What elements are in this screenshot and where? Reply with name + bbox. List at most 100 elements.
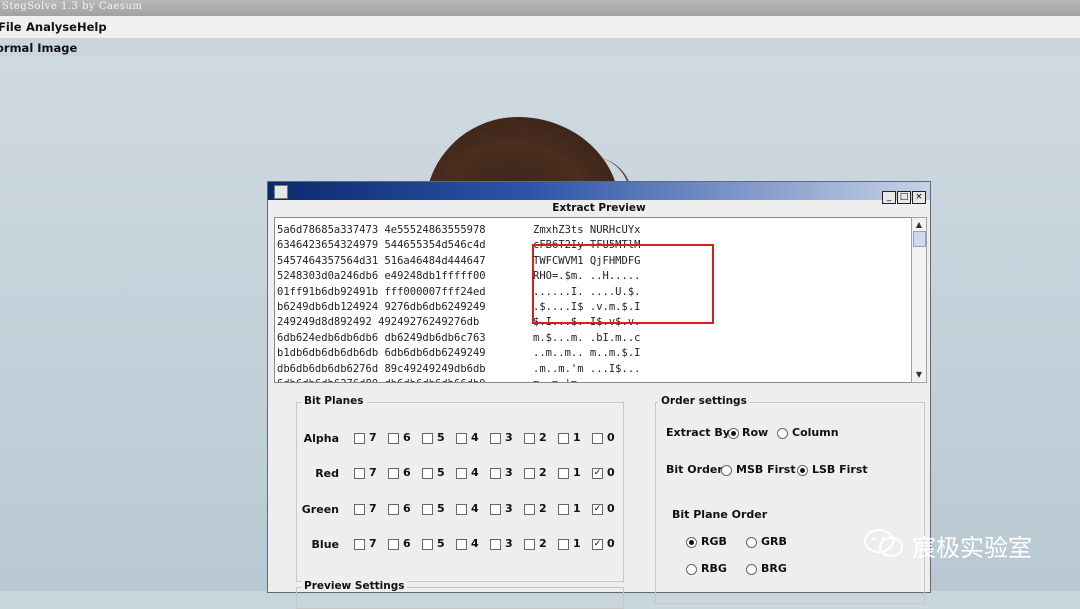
watermark: 宸极实验室	[862, 528, 1032, 562]
bit-label: 6	[403, 466, 411, 479]
bit-label: 0	[607, 431, 615, 444]
bit-label: 3	[505, 431, 513, 444]
order-rbg-radio[interactable]	[686, 564, 697, 575]
bit-checkbox[interactable]	[422, 468, 433, 479]
extract-by-row-label: Row	[742, 426, 769, 439]
bit-planes-group: Bit Planes Alpha 7 6 5 4 3 2 1 0 Red 7 6 5 4 3 2 1 ✓ 0 Gree…	[296, 395, 624, 582]
hex-row: 5a6d78685a337473 4e55524863555978	[277, 224, 486, 236]
bit-label: 0	[607, 466, 615, 479]
bit-checkbox[interactable]	[558, 468, 569, 479]
menu-help[interactable]: Help	[77, 20, 107, 34]
bit-checkbox[interactable]	[422, 504, 433, 515]
image-mode-label: ormal Image	[0, 41, 78, 55]
bit-label: 1	[573, 466, 581, 479]
ascii-row: ZmxhZ3ts NURHcUYx	[533, 224, 641, 236]
bit-label: 7	[369, 431, 377, 444]
bit-plane-order-label: Bit Plane Order	[672, 508, 768, 521]
channel-label: Green	[301, 503, 339, 516]
hex-row: 6db6db6db6276d89 db6db6db6db66db9	[277, 378, 486, 382]
extract-by-column-label: Column	[792, 426, 839, 439]
bit-checkbox[interactable]	[524, 468, 535, 479]
bit-checkbox[interactable]	[456, 504, 467, 515]
bit-checkbox[interactable]	[422, 539, 433, 550]
bit-checkbox[interactable]	[354, 433, 365, 444]
bit-checkbox[interactable]	[524, 539, 535, 550]
bit-label: 4	[471, 431, 479, 444]
bit-checkbox[interactable]	[490, 468, 501, 479]
menu-file[interactable]: File	[0, 20, 22, 34]
order-rgb-radio[interactable]	[686, 537, 697, 548]
bit-checkbox[interactable]	[354, 468, 365, 479]
bit-checkbox[interactable]	[388, 433, 399, 444]
bit-checkbox[interactable]	[456, 539, 467, 550]
java-cup-icon	[274, 185, 288, 199]
bit-checkbox[interactable]	[456, 468, 467, 479]
bit-label: 6	[403, 431, 411, 444]
bit-label: 1	[573, 502, 581, 515]
bit-label: 0	[607, 537, 615, 550]
order-brg-label: BRG	[761, 562, 787, 575]
bit-label: 3	[505, 537, 513, 550]
bit-checkbox[interactable]	[456, 433, 467, 444]
dialog-label: Extract Preview	[552, 202, 646, 214]
extract-by-row-radio[interactable]	[728, 428, 739, 439]
watermark-text: 宸极实验室	[912, 534, 1032, 562]
bit-checkbox[interactable]	[388, 504, 399, 515]
bit-label: 4	[471, 502, 479, 515]
bit-checkbox[interactable]	[388, 468, 399, 479]
bit-label: 3	[505, 466, 513, 479]
bit-checkbox[interactable]	[558, 433, 569, 444]
dialog-titlebar[interactable]: _ □ ×	[268, 182, 930, 204]
hex-row: 5457464357564d31 516a46484d444647	[277, 254, 486, 267]
channel-label: Blue	[311, 538, 339, 551]
order-rbg-label: RBG	[701, 562, 727, 575]
bit-label: 7	[369, 537, 377, 550]
menu-bar: File Analyse Help	[0, 16, 1080, 39]
scroll-thumb[interactable]	[913, 231, 926, 247]
bit-label: 1	[573, 537, 581, 550]
bit-label: 2	[539, 431, 547, 444]
hex-row: db6db6db6db6276d 89c49249249db6db	[277, 362, 486, 375]
bit-label: 6	[403, 502, 411, 515]
bit-label: 0	[607, 502, 615, 515]
bit-label: 7	[369, 502, 377, 515]
scroll-down-icon[interactable]: ▼	[913, 369, 925, 381]
bit-label: 1	[573, 431, 581, 444]
msb-first-radio[interactable]	[721, 465, 732, 476]
app-titlebar: StegSolve 1.3 by Caesum	[0, 0, 1080, 16]
order-brg-radio[interactable]	[746, 564, 757, 575]
bit-checkbox[interactable]	[490, 433, 501, 444]
bit-label: 4	[471, 466, 479, 479]
bit-checkbox[interactable]	[490, 539, 501, 550]
lsb-first-radio[interactable]	[797, 465, 808, 476]
bit-checkbox[interactable]	[524, 504, 535, 515]
order-grb-radio[interactable]	[746, 537, 757, 548]
bit-checkbox[interactable]	[388, 539, 399, 550]
order-rgb-label: RGB	[701, 535, 727, 548]
bit-checkbox[interactable]	[558, 539, 569, 550]
bit-checkbox[interactable]	[592, 433, 603, 444]
bit-checkbox[interactable]	[354, 539, 365, 550]
msb-first-label: MSB First	[736, 463, 796, 476]
bit-checkbox[interactable]: ✓	[592, 468, 603, 479]
bit-checkbox[interactable]	[422, 433, 433, 444]
hex-row: 6db624edb6db6db6 db6249db6db6c763	[277, 331, 486, 344]
preview-scrollbar[interactable]: ▲ ▼	[911, 217, 927, 383]
extract-by-column-radio[interactable]	[777, 428, 788, 439]
bit-label: 2	[539, 502, 547, 515]
bit-planes-title: Bit Planes	[301, 395, 367, 407]
scroll-up-icon[interactable]: ▲	[913, 219, 925, 231]
bit-checkbox[interactable]	[524, 433, 535, 444]
preview-textarea[interactable]: 5a6d78685a337473 4e55524863555978 ZmxhZ3t…	[274, 217, 912, 383]
bit-checkbox[interactable]: ✓	[592, 504, 603, 515]
bit-checkbox[interactable]: ✓	[592, 539, 603, 550]
bit-label: 2	[539, 537, 547, 550]
bit-label: 4	[471, 537, 479, 550]
hex-row: 6346423654324979 544655354d546c4d	[277, 239, 486, 252]
preview-settings-group: Preview Settings	[296, 580, 624, 609]
bit-checkbox[interactable]	[558, 504, 569, 515]
menu-analyse[interactable]: Analyse	[26, 20, 77, 34]
bit-checkbox[interactable]	[354, 504, 365, 515]
bit-checkbox[interactable]	[490, 504, 501, 515]
channel-label: Red	[315, 467, 339, 480]
